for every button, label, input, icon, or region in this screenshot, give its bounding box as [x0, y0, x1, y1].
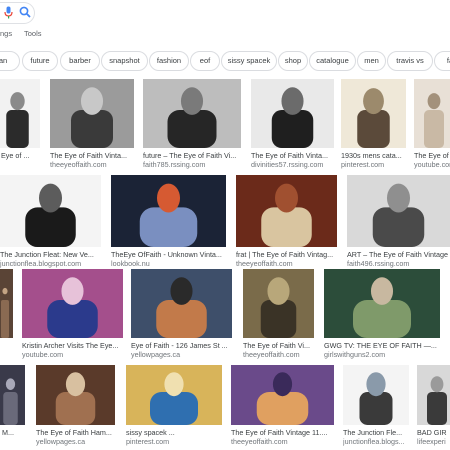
result-title[interactable]: b M...: [0, 428, 33, 437]
result-title[interactable]: frat | The Eye of Faith Vintag...: [236, 250, 345, 259]
filter-chip[interactable]: men: [357, 51, 386, 71]
result-thumbnail[interactable]: [0, 365, 25, 425]
result-title[interactable]: The Eye of Faith Ham...: [36, 428, 123, 437]
filter-chip[interactable]: sissy spacek: [221, 51, 277, 71]
result-title[interactable]: future – The Eye of Faith Vi...: [143, 151, 249, 160]
result-source: yellowpages.ca: [131, 350, 181, 359]
result-source: divinities57.rssing.com: [251, 160, 324, 169]
result-thumbnail[interactable]: [417, 365, 450, 425]
result-caption[interactable]: 1930s mens cata... pinterest.com: [341, 151, 414, 169]
result-title[interactable]: ART – The Eye of Faith Vintage: [347, 250, 450, 259]
result-title[interactable]: The Eye of Faith Vinta...: [251, 151, 342, 160]
result-thumbnail[interactable]: [231, 365, 334, 425]
result-caption[interactable]: future – The Eye of Faith Vi... faith785.…: [143, 151, 249, 169]
result-thumbnail[interactable]: [251, 79, 334, 148]
microphone-icon[interactable]: [4, 6, 13, 19]
result-source: theeyeoffaith.com: [50, 160, 107, 169]
result-caption[interactable]: TheEye OfFaith - Unknown Vinta... lookboo…: [111, 250, 234, 268]
result-caption[interactable]: BAD GIR lifeexperi: [417, 428, 450, 446]
filter-chips-bar: anfuturebarbersnapshotfashioneofsissy sp…: [0, 51, 450, 71]
filter-chip[interactable]: future: [22, 51, 58, 71]
result-thumbnail[interactable]: [324, 269, 440, 338]
result-source: faith496.rssing.com: [347, 259, 410, 268]
result-thumbnail[interactable]: [243, 269, 314, 338]
search-icon[interactable]: [19, 6, 31, 18]
result-source: theeyeoffaith.com: [243, 350, 300, 359]
search-header: ngs Tools: [0, 0, 450, 50]
result-caption[interactable]: b M...: [0, 428, 33, 437]
result-caption[interactable]: Kristin Archer Visits The Eye... youtube.…: [22, 341, 131, 359]
result-title[interactable]: Eye of Faith - 126 James St ...: [131, 341, 240, 350]
result-source: lifeexperi: [417, 437, 446, 446]
result-caption[interactable]: ART – The Eye of Faith Vintage faith496.r…: [347, 250, 450, 268]
filter-chip[interactable]: catalogue: [309, 51, 356, 71]
search-box-end[interactable]: [0, 2, 35, 24]
result-title[interactable]: sissy spacek ...: [126, 428, 230, 437]
result-thumbnail[interactable]: [343, 365, 409, 425]
result-caption[interactable]: The Eye ofyoutube.com: [414, 151, 450, 169]
result-source: lookbook.nu: [111, 259, 150, 268]
result-thumbnail[interactable]: [236, 175, 337, 247]
result-thumbnail[interactable]: [341, 79, 406, 148]
filter-chip[interactable]: eof: [190, 51, 220, 71]
result-title[interactable]: Kristin Archer Visits The Eye...: [22, 341, 131, 350]
result-thumbnail[interactable]: [50, 79, 134, 148]
result-source: yellowpages.ca: [36, 437, 86, 446]
result-source: theeyeoffaith.com: [231, 437, 288, 446]
result-title[interactable]: The Junction Fle...: [343, 428, 417, 437]
filter-chip[interactable]: snapshot: [101, 51, 148, 71]
result-thumbnail[interactable]: [347, 175, 450, 247]
result-caption[interactable]: The Eye of Faith Vinta... theeyeoffaith.c…: [50, 151, 142, 169]
result-source: theeyeoffaith.com: [236, 259, 293, 268]
result-thumbnail[interactable]: [143, 79, 241, 148]
result-caption[interactable]: Eye of Faith - 126 James St ... yellowpag…: [131, 341, 240, 359]
result-thumbnail[interactable]: [414, 79, 450, 148]
result-caption[interactable]: The Eye of Faith Ham... yellowpages.ca: [36, 428, 123, 446]
result-thumbnail[interactable]: [0, 269, 13, 338]
result-title[interactable]: 1930s mens cata...: [341, 151, 414, 160]
result-caption[interactable]: frat | The Eye of Faith Vintag... theeyeo…: [236, 250, 345, 268]
result-thumbnail[interactable]: [22, 269, 123, 338]
result-caption[interactable]: The Junction Fleat: New Ve... junctionfle…: [0, 250, 109, 268]
result-title[interactable]: The Junction Fleat: New Ve...: [0, 250, 109, 259]
result-source: faith785.rssing.com: [143, 160, 206, 169]
result-caption[interactable]: The Eye of Faith Vinta... divinities57.rs…: [251, 151, 342, 169]
result-title[interactable]: BAD GIR: [417, 428, 450, 437]
tools-button[interactable]: Tools: [24, 29, 42, 38]
filter-chip[interactable]: an: [0, 51, 20, 71]
filter-chip[interactable]: fashion: [149, 51, 189, 71]
result-title[interactable]: e Eye of ...: [0, 151, 48, 160]
tab-settings-partial[interactable]: ngs: [0, 29, 12, 38]
result-thumbnail[interactable]: [0, 175, 101, 247]
result-source: youtube.com: [414, 160, 450, 169]
result-title[interactable]: The Eye of: [414, 151, 450, 160]
result-caption[interactable]: GWG TV: THE EYE OF FAITH —... girlswithgu…: [324, 341, 448, 359]
result-source: pinterest.com: [126, 437, 170, 446]
result-thumbnail[interactable]: [36, 365, 115, 425]
filter-chip[interactable]: fa: [434, 51, 450, 71]
result-caption[interactable]: The Junction Fle... junctionflea.blogs...: [343, 428, 417, 446]
filter-chip[interactable]: travis vs: [387, 51, 433, 71]
result-thumbnail[interactable]: [131, 269, 232, 338]
result-source: junctionflea.blogs...: [343, 437, 405, 446]
filter-chip[interactable]: barber: [60, 51, 100, 71]
result-source: youtube.com: [22, 350, 64, 359]
result-caption[interactable]: sissy spacek ... pinterest.com: [126, 428, 230, 446]
result-source: girlswithguns2.com: [324, 350, 386, 359]
result-title[interactable]: The Eye of Faith Vintage 11....: [231, 428, 342, 437]
result-thumbnail[interactable]: [111, 175, 226, 247]
filter-chip[interactable]: shop: [278, 51, 308, 71]
result-title[interactable]: The Eye of Faith Vinta...: [50, 151, 142, 160]
result-caption[interactable]: The Eye of Faith Vi... theeyeoffaith.com: [243, 341, 322, 359]
result-source: pinterest.com: [341, 160, 385, 169]
result-source: junctionflea.blogspot.com: [0, 259, 82, 268]
result-title[interactable]: The Eye of Faith Vi...: [243, 341, 322, 350]
result-title[interactable]: TheEye OfFaith - Unknown Vinta...: [111, 250, 234, 259]
result-thumbnail[interactable]: [126, 365, 222, 425]
result-title[interactable]: GWG TV: THE EYE OF FAITH —...: [324, 341, 448, 350]
result-caption[interactable]: The Eye of Faith Vintage 11.... theeyeoff…: [231, 428, 342, 446]
result-caption[interactable]: e Eye of ...: [0, 151, 48, 160]
result-thumbnail[interactable]: [0, 79, 40, 148]
